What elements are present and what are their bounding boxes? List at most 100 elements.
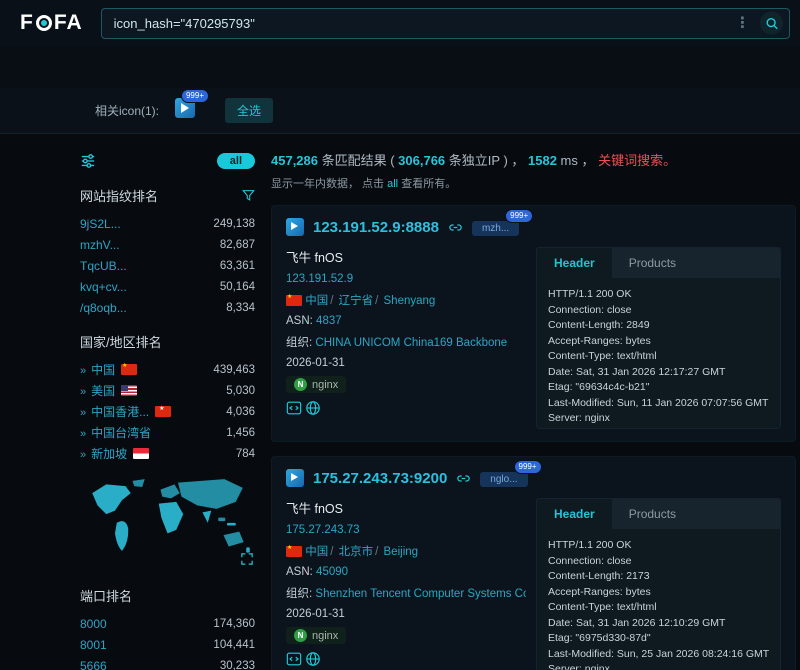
fingerprint-row[interactable]: /q8oqb... 8,334 bbox=[80, 297, 255, 318]
product-name: 飞牛 fnOS bbox=[286, 498, 526, 517]
fingerprint-count: 63,361 bbox=[220, 260, 255, 272]
all-filter-pill[interactable]: all bbox=[217, 153, 255, 169]
country-name[interactable]: 新加坡 bbox=[91, 445, 127, 462]
globe-icon[interactable] bbox=[305, 651, 321, 667]
icon-name-badge[interactable]: nglo... bbox=[480, 472, 527, 487]
site-favicon-icon[interactable] bbox=[286, 218, 304, 236]
geo-city[interactable]: Beijing bbox=[384, 546, 419, 558]
fingerprint-name[interactable]: 9jS2L... bbox=[80, 217, 121, 231]
expand-chevron-icon[interactable] bbox=[80, 363, 91, 377]
port-row[interactable]: 8001 104,441 bbox=[80, 634, 255, 655]
asn-link[interactable]: 4837 bbox=[316, 315, 342, 327]
fingerprint-row[interactable]: kvq+cv... 50,164 bbox=[80, 276, 255, 297]
expand-chevron-icon[interactable] bbox=[80, 384, 91, 398]
asn-link[interactable]: 45090 bbox=[316, 566, 348, 578]
tab-header[interactable]: Header bbox=[537, 499, 612, 529]
keyword-search-link[interactable]: 关键词搜索。 bbox=[598, 153, 676, 168]
api-icon[interactable] bbox=[286, 400, 302, 416]
search-icon bbox=[765, 16, 779, 30]
fingerprint-row[interactable]: 9jS2L... 249,138 bbox=[80, 213, 255, 234]
result-host-link[interactable]: 123.191.52.9:8888 bbox=[313, 219, 439, 236]
country-row[interactable]: 新加坡 784 bbox=[80, 443, 255, 464]
search-bar bbox=[101, 8, 790, 39]
funnel-icon[interactable] bbox=[242, 189, 255, 202]
fingerprint-count: 8,334 bbox=[226, 302, 255, 314]
org-line: 组织: Shenzhen Tencent Computer Systems Co… bbox=[286, 585, 526, 601]
http-header-line: Accept-Ranges: bytes bbox=[548, 334, 769, 350]
country-row[interactable]: 中国 439,463 bbox=[80, 359, 255, 380]
country-section-title: 国家/地区排名 bbox=[80, 332, 255, 351]
tab-products[interactable]: Products bbox=[612, 248, 693, 278]
http-header-line: Connection: close bbox=[548, 554, 769, 570]
country-flag-icon bbox=[155, 406, 171, 417]
site-favicon-icon[interactable] bbox=[286, 469, 304, 487]
product-name: 飞牛 fnOS bbox=[286, 247, 526, 266]
country-name[interactable]: 中国台湾省 bbox=[91, 424, 151, 441]
geo-city[interactable]: Shenyang bbox=[384, 295, 436, 307]
fingerprint-name[interactable]: mzhV... bbox=[80, 238, 120, 252]
all-link[interactable]: all bbox=[387, 178, 398, 190]
result-details: 飞牛 fnOS 123.191.52.9 中国 辽宁省 Shenyang ASN… bbox=[286, 247, 526, 429]
query-time: 1582 bbox=[528, 153, 557, 168]
fingerprint-row[interactable]: mzhV... 82,687 bbox=[80, 234, 255, 255]
country-row[interactable]: 中国香港... 4,036 bbox=[80, 401, 255, 422]
geo-region[interactable]: 辽宁省 bbox=[339, 295, 374, 307]
org-link[interactable]: CHINA UNICOM China169 Backbone bbox=[315, 337, 507, 349]
kebab-menu-icon[interactable] bbox=[735, 16, 750, 31]
http-header-line: HTTP/1.1 200 OK bbox=[548, 538, 769, 554]
country-name[interactable]: 中国香港... bbox=[91, 403, 149, 420]
http-header-line: Etag: "6975d330-87d" bbox=[548, 631, 769, 647]
server-badge[interactable]: N nginx bbox=[286, 627, 346, 644]
select-all-button[interactable]: 全选 bbox=[225, 98, 273, 123]
filter-sliders-icon[interactable] bbox=[80, 153, 96, 169]
fingerprint-name[interactable]: /q8oqb... bbox=[80, 301, 127, 315]
tab-header[interactable]: Header bbox=[537, 248, 612, 278]
result-title-row: 175.27.243.73:9200 nglo... 999+ bbox=[286, 469, 781, 487]
result-flag-icon bbox=[286, 546, 302, 557]
country-name[interactable]: 中国 bbox=[91, 361, 115, 378]
port-name[interactable]: 5666 bbox=[80, 659, 107, 670]
country-list: 中国 439,463 美国 5,030 中国香港... 4,036 中国台湾省 … bbox=[80, 359, 255, 464]
globe-icon[interactable] bbox=[305, 400, 321, 416]
port-name[interactable]: 8001 bbox=[80, 638, 107, 652]
fingerprint-name[interactable]: TqcUB... bbox=[80, 259, 127, 273]
port-row[interactable]: 5666 30,233 bbox=[80, 655, 255, 670]
search-button[interactable] bbox=[760, 12, 783, 35]
icon-name-badge[interactable]: mzh... bbox=[472, 221, 519, 236]
world-map[interactable] bbox=[80, 472, 255, 572]
geo-country[interactable]: 中国 bbox=[305, 546, 328, 558]
geo-region[interactable]: 北京市 bbox=[339, 546, 374, 558]
map-fullscreen-icon[interactable] bbox=[241, 552, 253, 570]
fingerprint-name[interactable]: kvq+cv... bbox=[80, 280, 127, 294]
country-count: 5,030 bbox=[226, 385, 255, 397]
fofa-logo[interactable]: F FA bbox=[20, 11, 83, 35]
expand-chevron-icon[interactable] bbox=[80, 405, 91, 419]
country-row[interactable]: 美国 5,030 bbox=[80, 380, 255, 401]
fingerprint-row[interactable]: TqcUB... 63,361 bbox=[80, 255, 255, 276]
api-icon[interactable] bbox=[286, 651, 302, 667]
country-count: 1,456 bbox=[226, 427, 255, 439]
related-icon-bar: 相关icon(1): 999+ 全选 bbox=[0, 88, 800, 134]
country-name[interactable]: 美国 bbox=[91, 382, 115, 399]
geo-country[interactable]: 中国 bbox=[305, 295, 328, 307]
org-link[interactable]: Shenzhen Tencent Computer Systems Compa.… bbox=[315, 588, 526, 600]
result-card: 175.27.243.73:9200 nglo... 999+ 飞牛 fnOS … bbox=[271, 456, 796, 670]
country-row[interactable]: 中国台湾省 1,456 bbox=[80, 422, 255, 443]
result-ip-link[interactable]: 123.191.52.9 bbox=[286, 273, 526, 285]
last-update-date: 2026-01-31 bbox=[286, 357, 526, 369]
expand-chevron-icon[interactable] bbox=[80, 426, 91, 440]
total-count: 457,286 bbox=[271, 153, 318, 168]
logo-text-left: F bbox=[20, 11, 34, 35]
http-header-line: Connection: close bbox=[548, 303, 769, 319]
server-badge[interactable]: N nginx bbox=[286, 376, 346, 393]
http-header-line: Content-Length: 2173 bbox=[548, 569, 769, 585]
result-ip-link[interactable]: 175.27.243.73 bbox=[286, 524, 526, 536]
search-input[interactable] bbox=[101, 8, 790, 39]
expand-chevron-icon[interactable] bbox=[80, 447, 91, 461]
result-host-link[interactable]: 175.27.243.73:9200 bbox=[313, 470, 447, 487]
port-row[interactable]: 8000 174,360 bbox=[80, 613, 255, 634]
tab-products[interactable]: Products bbox=[612, 499, 693, 529]
port-name[interactable]: 8000 bbox=[80, 617, 107, 631]
link-icon[interactable] bbox=[448, 220, 463, 235]
link-icon[interactable] bbox=[456, 471, 471, 486]
